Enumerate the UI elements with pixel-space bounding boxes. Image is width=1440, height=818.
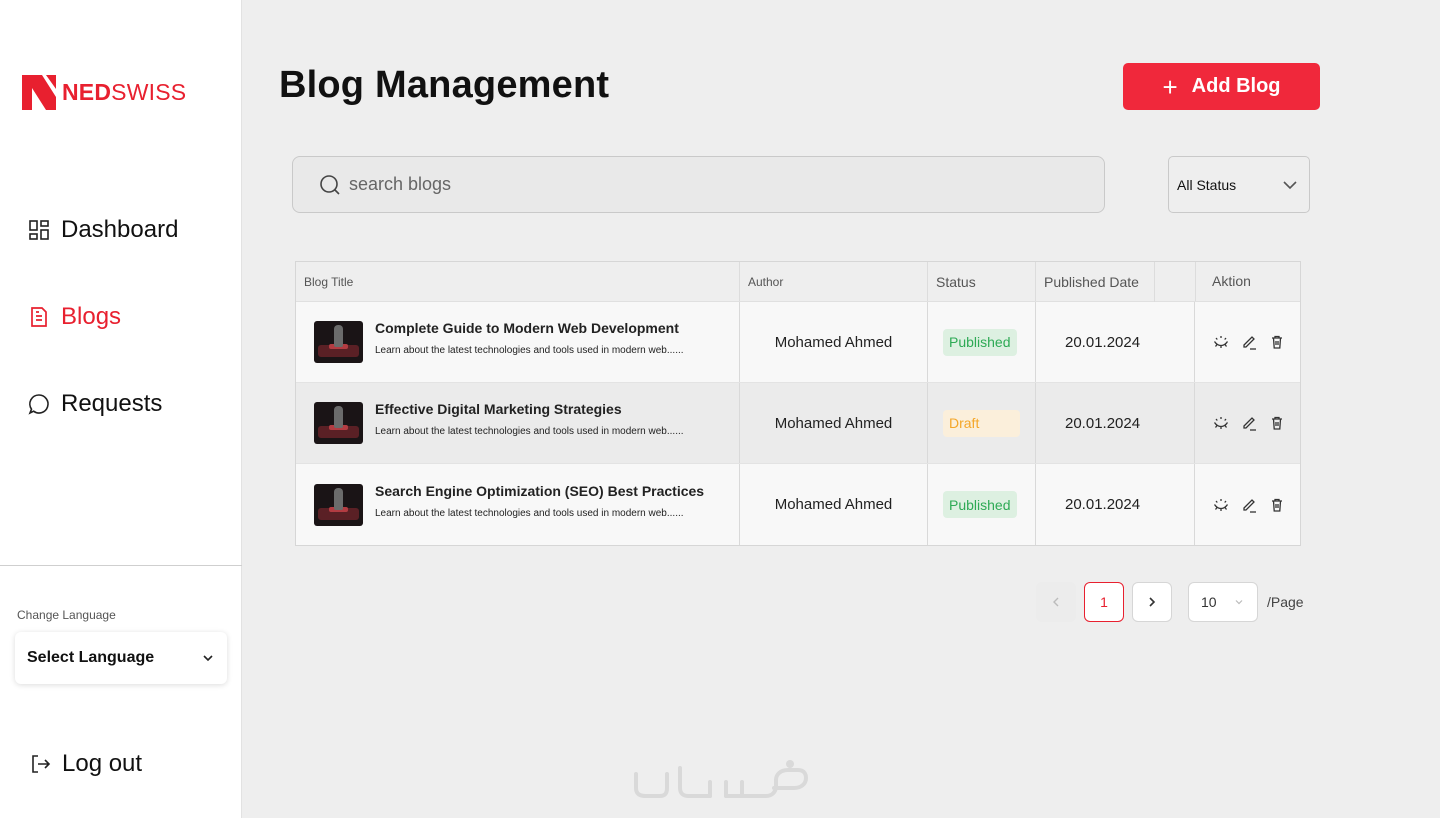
date-cell: 20.01.2024	[1036, 464, 1195, 545]
add-blog-label: Add Blog	[1191, 75, 1281, 97]
view-eye-icon[interactable]	[1213, 334, 1229, 350]
chat-bubble-icon	[28, 393, 50, 415]
chevron-left-icon	[1053, 597, 1059, 607]
chevron-down-icon	[1283, 180, 1297, 189]
edit-pencil-icon[interactable]	[1241, 334, 1257, 350]
blog-title-cell: Complete Guide to Modern Web Development…	[296, 302, 740, 382]
blog-description: Learn about the latest technologies and …	[375, 507, 684, 519]
column-header-status[interactable]: Status	[928, 262, 1036, 301]
watermark-logo	[634, 760, 808, 798]
table-row[interactable]: Search Engine Optimization (SEO) Best Pr…	[296, 464, 1300, 545]
author-cell: Mohamed Ahmed	[740, 302, 928, 382]
brand-name: NEDSWISS	[62, 78, 187, 105]
chevron-down-icon	[1235, 600, 1243, 605]
page-size-suffix: /Page	[1267, 594, 1304, 610]
blog-title-cell: Effective Digital Marketing Strategies L…	[296, 383, 740, 463]
chevron-down-icon	[203, 655, 213, 662]
sidebar-item-label: Blogs	[61, 303, 122, 330]
table-header: Blog Title Author Status Published Date …	[296, 262, 1300, 302]
language-select[interactable]: Select Language	[15, 632, 227, 684]
sidebar-item-label: Requests	[61, 390, 163, 417]
page-size-value: 10	[1201, 594, 1217, 610]
blog-description: Learn about the latest technologies and …	[375, 345, 684, 356]
status-badge: Published	[943, 491, 1017, 518]
column-header-author[interactable]: Author	[740, 262, 928, 301]
sidebar-item-dashboard[interactable]: Dashboard	[28, 214, 178, 246]
blog-thumbnail	[314, 483, 363, 526]
actions-cell	[1195, 302, 1300, 382]
search-input[interactable]	[349, 174, 1049, 195]
document-icon	[28, 306, 50, 328]
sidebar-item-blogs[interactable]: Blogs	[28, 301, 121, 333]
view-eye-icon[interactable]	[1213, 415, 1229, 431]
sidebar: NEDSWISS Dashboard Blogs Requests Change…	[0, 0, 242, 818]
brand-logo[interactable]: NEDSWISS	[22, 74, 186, 110]
language-label: Change Language	[17, 608, 116, 622]
chevron-right-icon	[1149, 597, 1156, 607]
status-badge: Draft	[943, 409, 1020, 437]
logout-button[interactable]: Log out	[29, 750, 142, 778]
blog-title-cell: Search Engine Optimization (SEO) Best Pr…	[296, 464, 740, 545]
blog-description: Learn about the latest technologies and …	[375, 426, 684, 437]
status-cell: Published	[928, 464, 1036, 545]
nedswiss-logo-icon	[22, 74, 56, 110]
blogs-table: Blog Title Author Status Published Date …	[295, 261, 1301, 546]
blog-thumbnail	[314, 321, 363, 363]
sidebar-divider	[0, 565, 242, 566]
view-eye-icon[interactable]	[1213, 497, 1229, 513]
logout-label: Log out	[62, 750, 143, 777]
plus-icon: +	[1162, 71, 1178, 102]
blog-title[interactable]: Search Engine Optimization (SEO) Best Pr…	[375, 483, 704, 499]
page-size-select[interactable]: 10	[1188, 582, 1258, 622]
delete-trash-icon[interactable]	[1269, 415, 1285, 431]
date-cell: 20.01.2024	[1036, 302, 1195, 382]
edit-pencil-icon[interactable]	[1241, 415, 1257, 431]
page-title: Blog Management	[279, 64, 610, 106]
sidebar-item-requests[interactable]: Requests	[28, 388, 162, 420]
sidebar-item-label: Dashboard	[61, 216, 179, 243]
search-bar	[292, 156, 1105, 213]
date-cell: 20.01.2024	[1036, 383, 1195, 463]
delete-trash-icon[interactable]	[1269, 334, 1285, 350]
edit-pencil-icon[interactable]	[1241, 497, 1257, 513]
search-icon	[320, 174, 340, 195]
blog-title[interactable]: Effective Digital Marketing Strategies	[375, 401, 684, 417]
column-header-date[interactable]: Published Date	[1036, 262, 1195, 302]
dashboard-grid-icon	[28, 219, 50, 241]
status-filter-select[interactable]: All Status	[1168, 156, 1310, 213]
status-filter-value: All Status	[1177, 176, 1237, 193]
status-badge: Published	[943, 328, 1017, 356]
blog-thumbnail	[314, 402, 363, 444]
author-cell: Mohamed Ahmed	[740, 383, 928, 463]
delete-trash-icon[interactable]	[1269, 497, 1285, 513]
actions-cell	[1195, 464, 1300, 545]
column-header-title[interactable]: Blog Title	[296, 262, 740, 301]
add-blog-button[interactable]: + Add Blog	[1123, 63, 1320, 110]
pagination-next-button[interactable]	[1132, 582, 1172, 622]
table-row[interactable]: Complete Guide to Modern Web Development…	[296, 302, 1300, 383]
blog-title[interactable]: Complete Guide to Modern Web Development	[375, 320, 684, 336]
pagination-prev-button[interactable]	[1036, 582, 1076, 622]
actions-cell	[1195, 383, 1300, 463]
status-cell: Published	[928, 302, 1036, 382]
language-select-value: Select Language	[27, 649, 155, 666]
table-row[interactable]: Effective Digital Marketing Strategies L…	[296, 383, 1300, 464]
status-cell: Draft	[928, 383, 1036, 463]
pagination-page-button[interactable]: 1	[1084, 582, 1124, 622]
logout-icon	[29, 753, 51, 775]
column-header-action: Aktion	[1195, 262, 1300, 301]
author-cell: Mohamed Ahmed	[740, 464, 928, 545]
